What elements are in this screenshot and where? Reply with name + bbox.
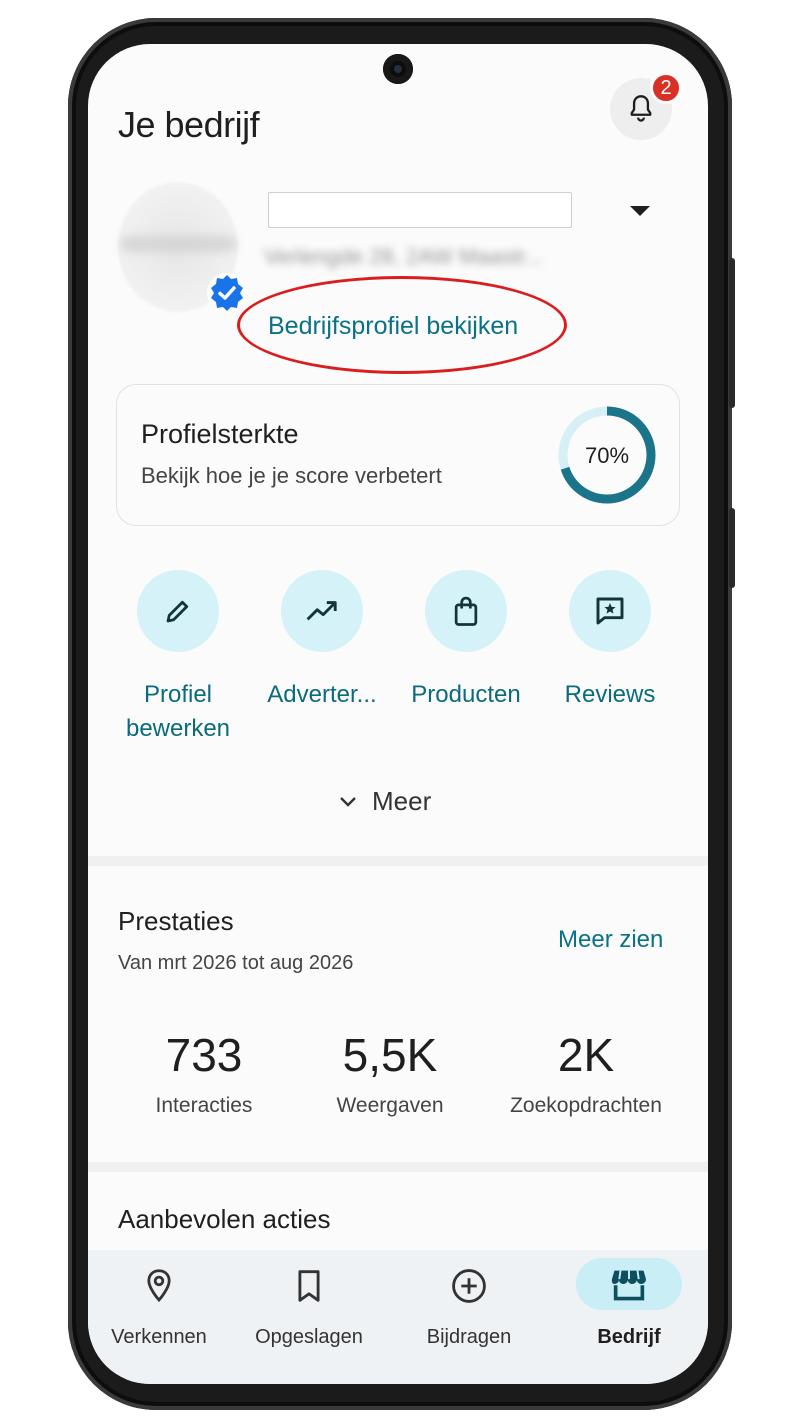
stat-label: Interacties	[155, 1094, 253, 1117]
page-title: Je bedrijf	[118, 104, 260, 145]
edit-profile-label: Profiel bewerken	[125, 681, 231, 742]
products-action[interactable]: Producten	[396, 570, 536, 712]
star-review-icon	[596, 597, 624, 625]
nav-explore[interactable]: Verkennen	[88, 1264, 234, 1349]
trending-up-icon	[306, 601, 337, 621]
stat-interactions: 733 Interacties	[114, 1028, 294, 1118]
bookmark-icon	[298, 1270, 320, 1302]
front-camera	[383, 54, 413, 84]
nav-contribute[interactable]: Bijdragen	[394, 1264, 544, 1349]
nav-saved[interactable]: Opgeslagen	[234, 1264, 384, 1349]
ads-label: Adverter...	[267, 681, 377, 708]
reviews-chip	[569, 570, 651, 652]
chevron-down-icon	[340, 796, 356, 807]
more-label: Meer	[372, 786, 432, 816]
performance-title: Prestaties	[118, 906, 234, 936]
stat-views: 5,5K Weergaven	[300, 1028, 480, 1118]
nav-label: Opgeslagen	[255, 1326, 363, 1348]
recommended-actions-title: Aanbevolen acties	[118, 1204, 331, 1234]
strength-title: Profielsterkte	[141, 419, 299, 449]
highlight-annotation	[237, 276, 567, 374]
section-divider	[88, 856, 708, 866]
reviews-action[interactable]: Reviews	[540, 570, 680, 712]
power-button	[729, 508, 735, 588]
reviews-label: Reviews	[564, 681, 656, 708]
stat-searches: 2K Zoekopdrachten	[496, 1028, 676, 1118]
products-label: Producten	[411, 681, 521, 708]
location-pin-icon	[147, 1269, 171, 1303]
products-chip	[425, 570, 507, 652]
notification-badge: 2	[650, 72, 682, 104]
storefront-icon	[611, 1270, 646, 1301]
see-more-link[interactable]: Meer zien	[558, 926, 663, 954]
add-circle-icon	[452, 1269, 486, 1303]
performance-period: Van mrt 2026 tot aug 2026	[118, 952, 354, 974]
shopping-bag-icon	[454, 596, 478, 626]
section-divider	[88, 1162, 708, 1172]
profile-strength-card[interactable]: Profielsterkte Bekijk hoe je je score ve…	[116, 384, 680, 526]
ads-action[interactable]: Adverter...	[252, 570, 392, 712]
nav-label: Verkennen	[111, 1326, 207, 1348]
stat-label: Weergaven	[336, 1094, 444, 1117]
stat-value: 2K	[557, 1029, 615, 1081]
avatar-blur-detail	[120, 236, 236, 252]
bell-icon	[630, 95, 652, 122]
stat-label: Zoekopdrachten	[510, 1094, 662, 1117]
account-dropdown-icon[interactable]	[630, 206, 650, 216]
nav-active-indicator	[576, 1258, 682, 1310]
more-actions-button[interactable]: Meer	[338, 786, 431, 817]
volume-button	[729, 258, 735, 408]
pencil-icon	[166, 600, 189, 623]
edit-profile-action[interactable]: Profiel bewerken	[108, 570, 248, 746]
phone-screen: Je bedrijf 2 Verlengde 28, 2AW Maastr...…	[88, 44, 708, 1384]
strength-percent-label: 70%	[585, 443, 629, 468]
nav-label: Bijdragen	[426, 1326, 512, 1348]
edit-profile-chip	[137, 570, 219, 652]
stat-value: 733	[165, 1029, 243, 1081]
bottom-navigation: Verkennen Opgeslagen Bijdragen Bedrijf	[88, 1250, 708, 1384]
strength-progress-ring: 70%	[558, 406, 656, 504]
notifications-button[interactable]: 2	[610, 72, 682, 140]
business-address: Verlengde 28, 2AW Maastr...	[264, 244, 544, 269]
business-name-field	[268, 192, 572, 228]
ads-chip	[281, 570, 363, 652]
strength-subtitle: Bekijk hoe je je score verbetert	[141, 463, 442, 488]
nav-label: Bedrijf	[597, 1326, 661, 1348]
verified-badge-icon	[207, 273, 247, 313]
stat-value: 5,5K	[342, 1029, 438, 1081]
nav-business[interactable]: Bedrijf	[554, 1258, 704, 1349]
